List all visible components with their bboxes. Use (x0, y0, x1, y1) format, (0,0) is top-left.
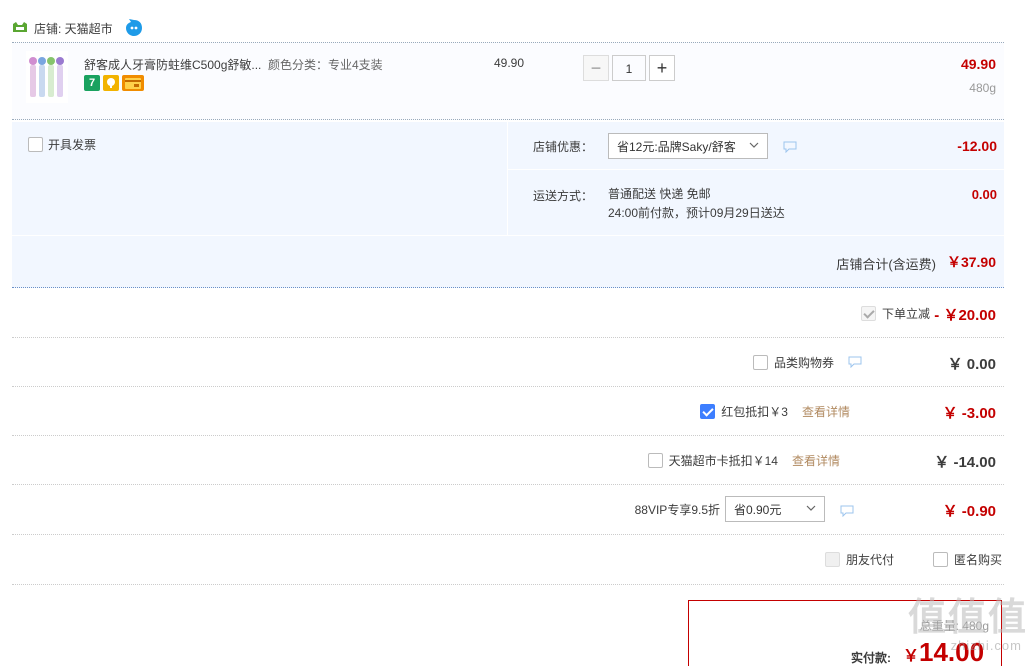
instant-discount-value: - ￥20.00 (934, 307, 996, 324)
friend-pay-option: 朋友代付 (824, 535, 894, 583)
red-packet-label: 红包抵扣￥3 (721, 404, 788, 419)
shop-discount-selected: 省12元:品牌Saky/舒客 (617, 139, 736, 154)
shop-total-label: 店铺合计(含运费) (836, 257, 936, 272)
decrease-quantity-button[interactable]: − (583, 55, 609, 81)
friend-pay-checkbox (824, 551, 840, 567)
shop-header: 店铺: 天猫超市 (12, 16, 143, 40)
shop-total-value: ￥37.90 (946, 254, 996, 270)
increase-quantity-button[interactable]: + (649, 55, 675, 81)
payable-amount: ￥14.00 (903, 637, 984, 666)
tmall-card-option[interactable]: 天猫超市卡抵扣￥14 查看详情 (647, 436, 840, 484)
tmall-card-row: 天猫超市卡抵扣￥14 查看详情 ￥ -14.00 (12, 436, 1004, 484)
quantity-input[interactable]: 1 (612, 55, 646, 81)
instant-discount-option: 下单立减 (860, 289, 930, 337)
item-subtotal: 49.90 (960, 56, 996, 72)
tmall-card-value: ￥ -14.00 (934, 454, 996, 471)
red-packet-value: ￥ -3.00 (942, 405, 996, 422)
tmall-card-label: 天猫超市卡抵扣￥14 (668, 453, 778, 468)
chevron-down-icon (806, 505, 816, 511)
red-packet-row: 红包抵扣￥3 查看详情 ￥ -3.00 (12, 387, 1004, 435)
instant-discount-row: 下单立减 - ￥20.00 (12, 289, 1004, 337)
message-icon[interactable] (848, 356, 862, 368)
service-badges: 7 (84, 75, 144, 91)
category-coupon-value: ￥ 0.00 (947, 356, 996, 373)
vip-discount-selected: 省0.90元 (734, 502, 782, 517)
divider (12, 584, 1004, 585)
anonymous-checkbox[interactable] (932, 551, 948, 567)
payable-label: 实付款: (851, 651, 891, 665)
extra-options-row: 朋友代付 匿名购买 (12, 535, 1004, 583)
total-weight: 总重量: 480g (919, 619, 989, 633)
shop-discount-row: 店铺优惠： 省12元:品牌Saky/舒客 -12.00 (508, 122, 1005, 170)
payable-amount-value: 14.00 (919, 637, 985, 666)
unit-price: 49.90 (494, 56, 525, 70)
vip-discount-label: 88VIP专享9.5折 (634, 502, 720, 517)
message-icon[interactable] (783, 141, 797, 153)
category-coupon-row: 品类购物券 ￥ 0.00 (12, 338, 1004, 386)
tmall-card-checkbox[interactable] (647, 452, 663, 468)
invoice-checkbox[interactable] (28, 137, 43, 152)
shop-discount-value: -12.00 (957, 138, 997, 154)
shop-settings-panel: 店铺优惠： 省12元:品牌Saky/舒客 -12.00 运送方式： 普通配送 快… (507, 122, 1005, 235)
tmall-card-details-link[interactable]: 查看详情 (792, 452, 840, 469)
wangwang-chat-icon[interactable] (125, 19, 143, 37)
currency-symbol: ￥ (903, 648, 920, 665)
category-coupon-option[interactable]: 品类购物券 (752, 338, 862, 386)
quality-guarantee-icon[interactable] (103, 75, 119, 91)
message-icon[interactable] (840, 505, 854, 517)
invoice-option[interactable]: 开具发票 (28, 136, 96, 153)
category-coupon-checkbox[interactable] (752, 354, 768, 370)
shipping-method: 普通配送 快递 免邮 (608, 187, 711, 201)
quantity-stepper: − 1 + (583, 55, 675, 81)
vip-discount-label-wrap: 88VIP专享9.5折 (635, 485, 720, 533)
shipping-eta: 24:00前付款，预计09月29日送达 (608, 206, 785, 220)
anonymous-option[interactable]: 匿名购买 (932, 535, 1002, 583)
category-coupon-label: 品类购物券 (773, 355, 834, 370)
shipping-fee: 0.00 (971, 187, 997, 202)
credit-card-icon[interactable] (122, 75, 144, 91)
vip-discount-row: 88VIP专享9.5折 省0.90元 ￥ -0.90 (12, 485, 1004, 533)
shipping-row: 运送方式： 普通配送 快递 免邮 24:00前付款，预计09月29日送达 0.0… (508, 171, 1005, 235)
red-packet-details-link[interactable]: 查看详情 (802, 403, 850, 420)
shop-options-block: 开具发票 店铺优惠： 省12元:品牌Saky/舒客 -12.00 运送方式： 普… (12, 122, 1005, 288)
product-thumbnail[interactable] (26, 51, 68, 103)
product-title[interactable]: 舒客成人牙膏防蛀维C500g舒敏... (84, 56, 264, 73)
product-sku: 颜色分类：专业4支装 (268, 58, 383, 72)
invoice-label: 开具发票 (48, 138, 97, 152)
vip-discount-value: ￥ -0.90 (942, 503, 996, 520)
anonymous-label: 匿名购买 (953, 552, 1002, 567)
shop-discount-select[interactable]: 省12元:品牌Saky/舒客 (608, 133, 768, 159)
seven-day-return-icon[interactable]: 7 (84, 75, 100, 91)
red-packet-option[interactable]: 红包抵扣￥3 查看详情 (700, 387, 850, 435)
instant-discount-label: 下单立减 (881, 306, 930, 321)
order-item-row: 舒客成人牙膏防蛀维C500g舒敏... 颜色分类：专业4支装 7 49.90 −… (12, 42, 1004, 120)
shop-total-row: 店铺合计(含运费) ￥37.90 (12, 235, 1004, 287)
vip-discount-select[interactable]: 省0.90元 (725, 496, 825, 522)
item-weight: 480g (969, 81, 996, 95)
chevron-down-icon (749, 142, 759, 148)
red-packet-checkbox[interactable] (700, 403, 716, 419)
shop-discount-label: 店铺优惠： (533, 140, 594, 154)
tmall-shop-icon (12, 22, 28, 34)
payment-summary-box: 总重量: 480g 实付款: ￥14.00 (688, 600, 1002, 666)
shipping-label: 运送方式： (533, 189, 594, 203)
instant-discount-checkbox (860, 305, 876, 321)
friend-pay-label: 朋友代付 (845, 552, 894, 567)
shop-name[interactable]: 店铺: 天猫超市 (34, 20, 113, 37)
